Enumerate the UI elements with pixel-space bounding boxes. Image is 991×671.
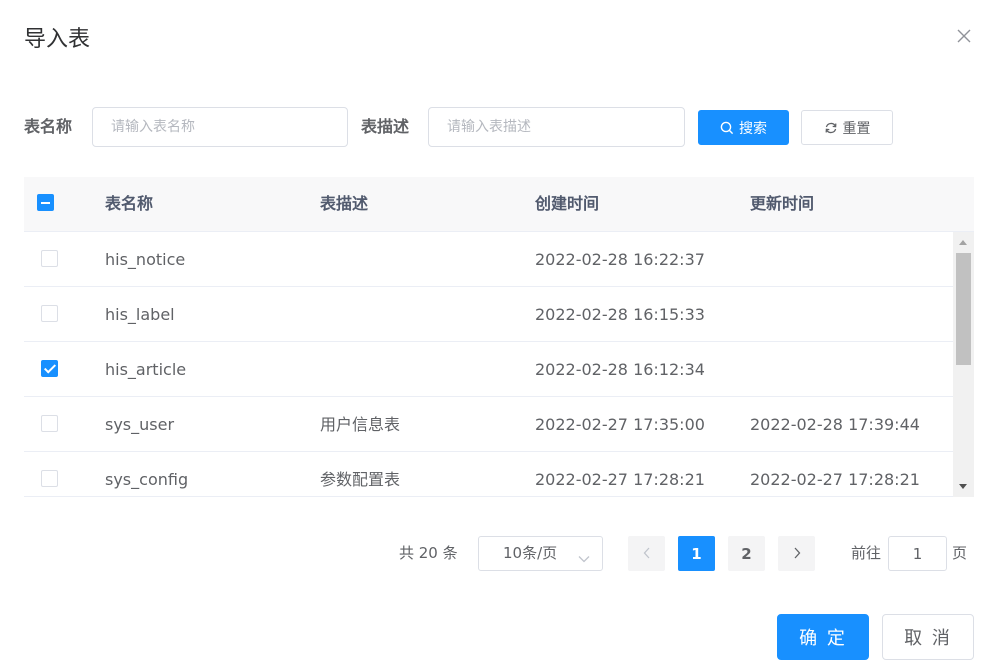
cell-table-desc: 参数配置表 bbox=[320, 470, 401, 489]
chevron-right-icon bbox=[792, 545, 802, 563]
row-checkbox[interactable] bbox=[41, 470, 58, 487]
column-header-created[interactable]: 创建时间 bbox=[535, 177, 599, 231]
table-header: 表名称 表描述 创建时间 更新时间 bbox=[24, 177, 974, 232]
chevron-left-icon bbox=[642, 545, 652, 563]
row-checkbox[interactable] bbox=[41, 250, 58, 267]
search-button-label: 搜索 bbox=[739, 120, 767, 137]
page-2-button[interactable]: 2 bbox=[728, 536, 765, 571]
chevron-down-icon bbox=[578, 549, 590, 568]
table-desc-input[interactable] bbox=[428, 107, 685, 147]
pagination-total: 共 20 条 bbox=[399, 544, 458, 562]
table-list: 表名称 表描述 创建时间 更新时间 his_notice 2022-02-28 … bbox=[24, 177, 974, 497]
table-row[interactable]: his_label 2022-02-28 16:15:33 bbox=[24, 287, 953, 342]
cell-created-time: 2022-02-27 17:28:21 bbox=[535, 470, 705, 489]
scroll-down-icon[interactable] bbox=[959, 484, 967, 489]
table-row[interactable]: sys_config 参数配置表 2022-02-27 17:28:21 202… bbox=[24, 452, 953, 497]
table-row[interactable]: his_notice 2022-02-28 16:22:37 bbox=[24, 232, 953, 287]
search-icon bbox=[720, 121, 734, 135]
select-all-checkbox[interactable] bbox=[37, 194, 54, 211]
cell-updated-time: 2022-02-27 17:28:21 bbox=[750, 470, 920, 489]
table-row[interactable]: sys_user 用户信息表 2022-02-27 17:35:00 2022-… bbox=[24, 397, 953, 452]
table-name-input[interactable] bbox=[92, 107, 348, 147]
reset-button-label: 重置 bbox=[842, 120, 871, 137]
cancel-button[interactable]: 取 消 bbox=[882, 614, 974, 660]
cell-created-time: 2022-02-28 16:22:37 bbox=[535, 250, 705, 269]
page-1-button[interactable]: 1 bbox=[678, 536, 715, 571]
column-header-updated[interactable]: 更新时间 bbox=[750, 177, 814, 231]
cell-table-name: his_article bbox=[105, 360, 187, 379]
cell-table-name: his_notice bbox=[105, 250, 186, 269]
dialog-title: 导入表 bbox=[24, 27, 91, 52]
refresh-icon bbox=[824, 121, 838, 135]
row-checkbox[interactable] bbox=[41, 360, 58, 377]
cell-created-time: 2022-02-28 16:12:34 bbox=[535, 360, 705, 379]
table-scrollbar[interactable] bbox=[953, 232, 974, 497]
scrollbar-thumb[interactable] bbox=[956, 253, 971, 365]
search-button[interactable]: 搜索 bbox=[698, 110, 789, 145]
prev-page-button[interactable] bbox=[628, 536, 665, 571]
column-header-name[interactable]: 表名称 bbox=[105, 177, 153, 231]
confirm-button[interactable]: 确 定 bbox=[777, 614, 869, 660]
table-body: his_notice 2022-02-28 16:22:37 his_label… bbox=[24, 232, 953, 497]
cell-table-name: his_label bbox=[105, 305, 175, 324]
table-desc-label: 表描述 bbox=[361, 117, 410, 136]
cell-created-time: 2022-02-28 16:15:33 bbox=[535, 305, 705, 324]
goto-label: 前往 bbox=[851, 544, 882, 562]
cell-table-name: sys_config bbox=[105, 470, 189, 489]
close-icon[interactable] bbox=[954, 26, 974, 46]
next-page-button[interactable] bbox=[778, 536, 815, 571]
row-checkbox[interactable] bbox=[41, 415, 58, 432]
goto-suffix: 页 bbox=[952, 544, 968, 562]
goto-page-input[interactable] bbox=[888, 536, 947, 571]
scroll-up-icon[interactable] bbox=[959, 240, 967, 245]
cell-table-name: sys_user bbox=[105, 415, 175, 434]
table-row[interactable]: his_article 2022-02-28 16:12:34 bbox=[24, 342, 953, 397]
page-size-value: 10条/页 bbox=[503, 544, 558, 562]
cell-created-time: 2022-02-27 17:35:00 bbox=[535, 415, 705, 434]
page-size-select[interactable]: 10条/页 bbox=[478, 536, 603, 571]
row-checkbox[interactable] bbox=[41, 305, 58, 322]
cell-table-desc: 用户信息表 bbox=[320, 415, 401, 434]
table-name-label: 表名称 bbox=[24, 117, 73, 136]
column-header-desc[interactable]: 表描述 bbox=[320, 177, 368, 231]
import-table-dialog: 导入表 表名称 表描述 搜索 重置 表名称 表描述 创建时间 更新时间 his_… bbox=[0, 0, 991, 671]
reset-button[interactable]: 重置 bbox=[801, 110, 893, 145]
cell-updated-time: 2022-02-28 17:39:44 bbox=[750, 415, 920, 434]
